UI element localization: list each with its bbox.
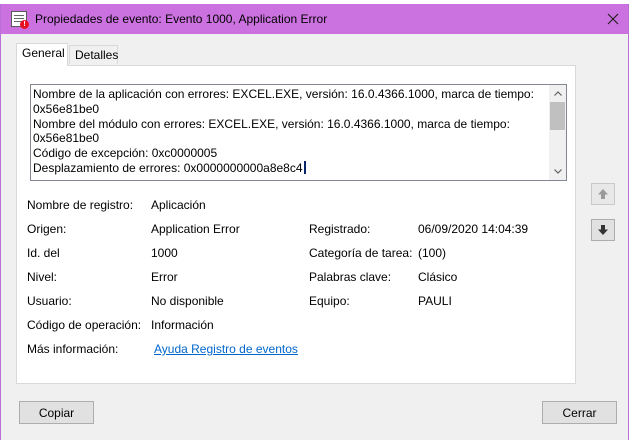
event-log-help-link[interactable]: Ayuda Registro de eventos <box>154 342 298 356</box>
description-line: Desplazamiento de errores: 0x0000000000a… <box>33 160 303 175</box>
opcode-value: Información <box>151 318 214 332</box>
scroll-thumb[interactable] <box>550 102 565 130</box>
user-label: Usuario: <box>27 294 72 308</box>
logged-value: 06/09/2020 14:04:39 <box>418 222 529 236</box>
level-value: Error <box>151 270 178 284</box>
description-line: 0x56e81be0 <box>33 101 100 116</box>
chevron-down-icon <box>553 169 562 174</box>
title-bar[interactable]: Propiedades de evento: Evento 1000, Appl… <box>1 4 628 34</box>
computer-value: PAULI <box>418 294 452 308</box>
event-id-label: Id. del <box>27 246 60 260</box>
computer-label: Equipo: <box>309 294 350 308</box>
close-button[interactable]: Cerrar <box>542 401 617 424</box>
description-line: Nombre de la aplicación con errores: EXC… <box>33 87 534 101</box>
keywords-value: Clásico <box>418 270 458 284</box>
description-scrollbar[interactable] <box>549 85 566 180</box>
scroll-down-button[interactable] <box>549 163 566 180</box>
chevron-up-icon <box>553 91 562 96</box>
keywords-label: Palabras clave: <box>309 270 392 284</box>
description-line-last: Desplazamiento de errores: 0x0000000000a… <box>33 160 548 176</box>
arrow-up-icon <box>598 189 608 199</box>
close-window-button[interactable] <box>598 4 628 34</box>
event-description-text: Nombre de la aplicación con errores: EXC… <box>33 87 548 176</box>
more-info-label: Más información: <box>27 342 119 356</box>
arrow-down-icon <box>598 225 608 235</box>
close-icon <box>607 13 619 25</box>
text-caret <box>303 160 306 174</box>
task-category-value: (100) <box>418 246 447 260</box>
tab-general[interactable]: General <box>16 43 68 66</box>
copy-button[interactable]: Copiar <box>19 401 94 424</box>
scroll-up-button[interactable] <box>549 85 566 102</box>
event-id-value: 1000 <box>151 246 178 260</box>
event-description-textbox[interactable]: Nombre de la aplicación con errores: EXC… <box>30 84 567 181</box>
description-line: Código de excepción: 0xc0000005 <box>33 146 218 161</box>
log-name-label: Nombre de registro: <box>27 198 134 212</box>
level-label: Nivel: <box>27 270 58 284</box>
event-viewer-icon <box>11 11 29 29</box>
next-event-button[interactable] <box>591 219 615 241</box>
window-title: Propiedades de evento: Evento 1000, Appl… <box>35 12 328 26</box>
log-name-value: Aplicación <box>151 198 206 212</box>
source-value: Application Error <box>151 222 240 236</box>
previous-event-button[interactable] <box>591 183 615 205</box>
description-line: Nombre del módulo con errores: EXCEL.EXE… <box>33 116 510 131</box>
opcode-label: Código de operación: <box>27 318 142 332</box>
task-category-label: Categoría de tarea: <box>309 246 413 260</box>
source-label: Origen: <box>27 222 67 236</box>
event-properties-dialog: Propiedades de evento: Evento 1000, Appl… <box>0 4 629 440</box>
user-value: No disponible <box>151 294 224 308</box>
description-line: 0x56e81be0 <box>33 131 100 146</box>
general-tab-panel: Nombre de la aplicación con errores: EXC… <box>16 65 576 384</box>
logged-label: Registrado: <box>309 222 371 236</box>
tab-detalles[interactable]: Detalles <box>69 45 118 64</box>
